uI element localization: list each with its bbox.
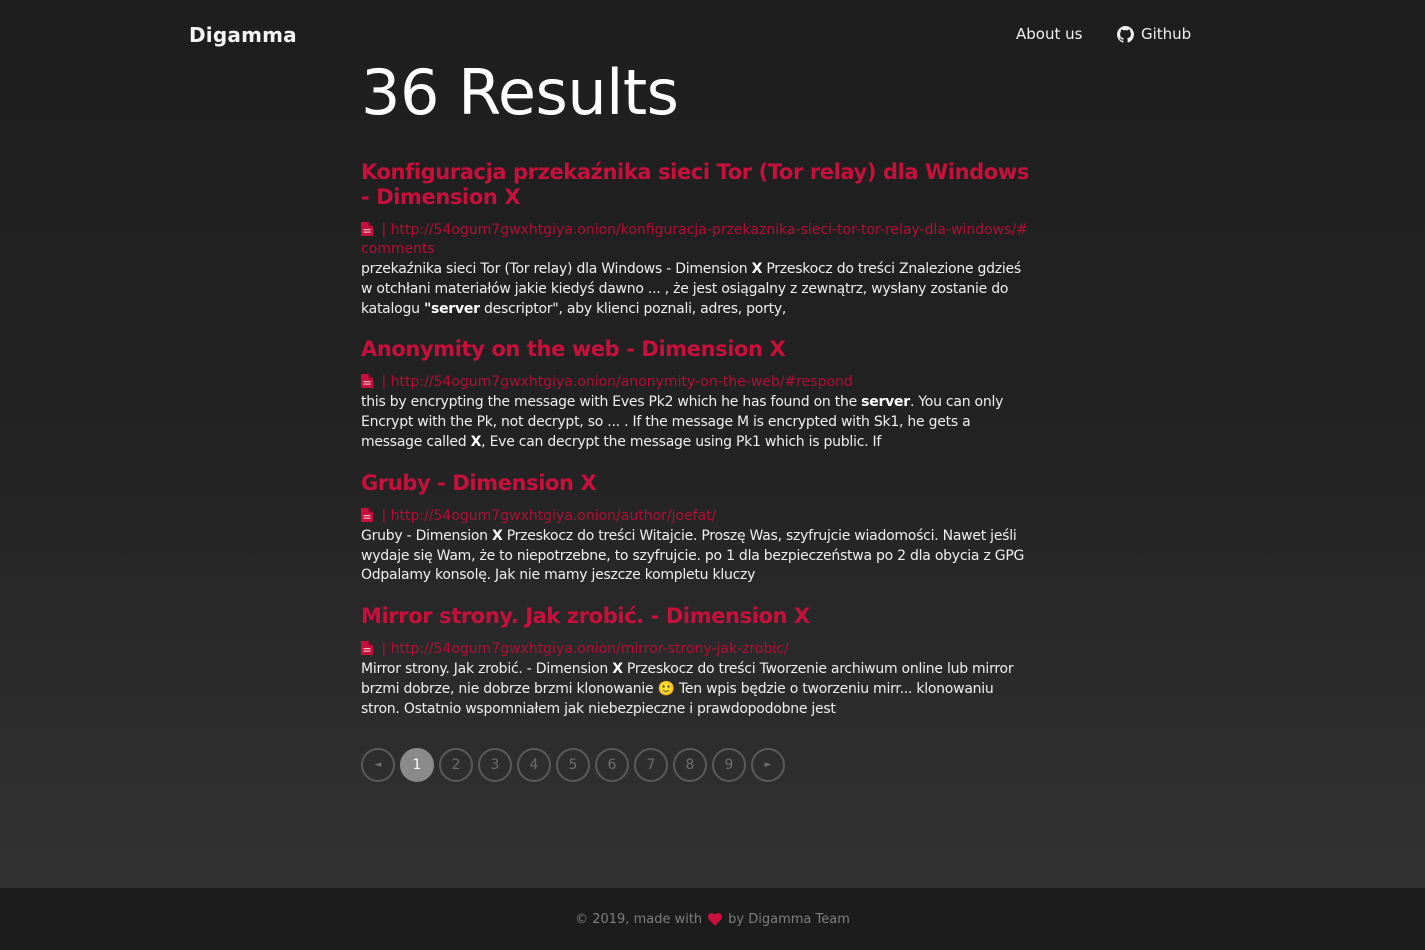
url-separator: | <box>377 507 391 524</box>
result-url-link[interactable]: http://54ogum7gwxhtgiya.onion/author/joe… <box>391 508 717 524</box>
result-url-row: | http://54ogum7gwxhtgiya.onion/konfigur… <box>361 221 1031 259</box>
pagination-page-9[interactable]: 9 <box>712 747 746 782</box>
url-separator: | <box>377 641 391 658</box>
pagination-page-1[interactable]: 1 <box>400 747 434 782</box>
result-title-link[interactable]: Gruby - Dimension X <box>361 471 1031 496</box>
document-icon <box>361 507 373 522</box>
pagination-page-4[interactable]: 4 <box>517 747 551 782</box>
result-item: Gruby - Dimension X | http://54ogum7gwxh… <box>361 471 1031 586</box>
result-url-row: | http://54ogum7gwxhtgiya.onion/mirror-s… <box>361 640 1031 659</box>
result-url-link[interactable]: http://54ogum7gwxhtgiya.onion/anonymity-… <box>391 374 853 390</box>
result-url-row: | http://54ogum7gwxhtgiya.onion/author/j… <box>361 507 1031 526</box>
snippet-highlight: X <box>612 661 623 678</box>
result-url-link[interactable]: http://54ogum7gwxhtgiya.onion/konfigurac… <box>361 222 1028 257</box>
result-snippet: this by encrypting the message with Eves… <box>361 393 1031 452</box>
pagination-page-7[interactable]: 7 <box>634 747 668 782</box>
snippet-highlight: X <box>751 261 763 277</box>
pagination-page-2[interactable]: 2 <box>439 747 473 782</box>
result-snippet: Gruby - Dimension X Przeskocz do treści … <box>361 527 1031 586</box>
footer-prefix: © 2019, made with <box>575 911 703 927</box>
footer: © 2019, made with by Digamma Team <box>0 888 1425 950</box>
result-title-link[interactable]: Konfiguracja przekaźnika sieci Tor (Tor … <box>361 160 1031 210</box>
result-title-link[interactable]: Anonymity on the web - Dimension X <box>361 337 1031 362</box>
snippet-text: Mirror strony. Jak zrobić. - Dimension <box>361 661 613 678</box>
results-list: Konfiguracja przekaźnika sieci Tor (Tor … <box>361 160 1031 720</box>
nav-github-label: Github <box>1141 25 1192 43</box>
snippet-text: this by encrypting the message with Eves… <box>361 394 862 411</box>
pagination-page-6[interactable]: 6 <box>595 747 629 782</box>
document-icon <box>361 641 373 656</box>
snippet-text: , Eve can decrypt the message using Pk1 … <box>481 433 882 450</box>
heart-icon <box>708 912 723 926</box>
url-separator: | <box>377 222 391 238</box>
result-url-row: | http://54ogum7gwxhtgiya.onion/anonymit… <box>361 373 1031 392</box>
snippet-text: descriptor", aby klienci poznali, adres,… <box>479 300 787 317</box>
brand-logo[interactable]: Digamma <box>189 23 297 47</box>
nav-github-link[interactable]: Github <box>1117 25 1191 43</box>
snippet-highlight: server <box>861 394 910 411</box>
snippet-highlight: X <box>491 527 503 544</box>
pagination-page-3[interactable]: 3 <box>478 747 512 782</box>
pagination: ◄ 1 2 3 4 5 6 7 8 9 ► <box>361 747 1031 782</box>
footer-suffix: by Digamma Team <box>728 911 850 927</box>
result-item: Mirror strony. Jak zrobić. - Dimension X… <box>361 604 1031 719</box>
document-icon <box>361 374 373 389</box>
pagination-page-8[interactable]: 8 <box>673 747 707 782</box>
result-url-link[interactable]: http://54ogum7gwxhtgiya.onion/mirror-str… <box>391 641 789 657</box>
pagination-page-5[interactable]: 5 <box>556 747 590 782</box>
snippet-text: przekaźnika sieci Tor (Tor relay) dla Wi… <box>361 261 752 277</box>
document-icon <box>361 222 373 236</box>
url-separator: | <box>377 374 391 391</box>
snippet-highlight: X <box>470 433 482 450</box>
results-main: 36 Results Konfiguracja przekaźnika siec… <box>361 52 1031 782</box>
result-item: Konfiguracja przekaźnika sieci Tor (Tor … <box>361 160 1031 319</box>
result-snippet: przekaźnika sieci Tor (Tor relay) dla Wi… <box>361 260 1031 319</box>
results-count-title: 36 Results <box>361 56 679 129</box>
pagination-prev-button[interactable]: ◄ <box>361 747 395 782</box>
snippet-text: Gruby - Dimension <box>361 527 492 544</box>
pagination-next-button[interactable]: ► <box>751 747 785 782</box>
nav-about-link[interactable]: About us <box>1016 25 1082 43</box>
result-snippet: Mirror strony. Jak zrobić. - Dimension X… <box>361 660 1031 719</box>
github-icon <box>1117 25 1134 43</box>
snippet-highlight: "server <box>423 300 480 317</box>
result-title-link[interactable]: Mirror strony. Jak zrobić. - Dimension X <box>361 604 1031 629</box>
result-item: Anonymity on the web - Dimension X | htt… <box>361 337 1031 452</box>
